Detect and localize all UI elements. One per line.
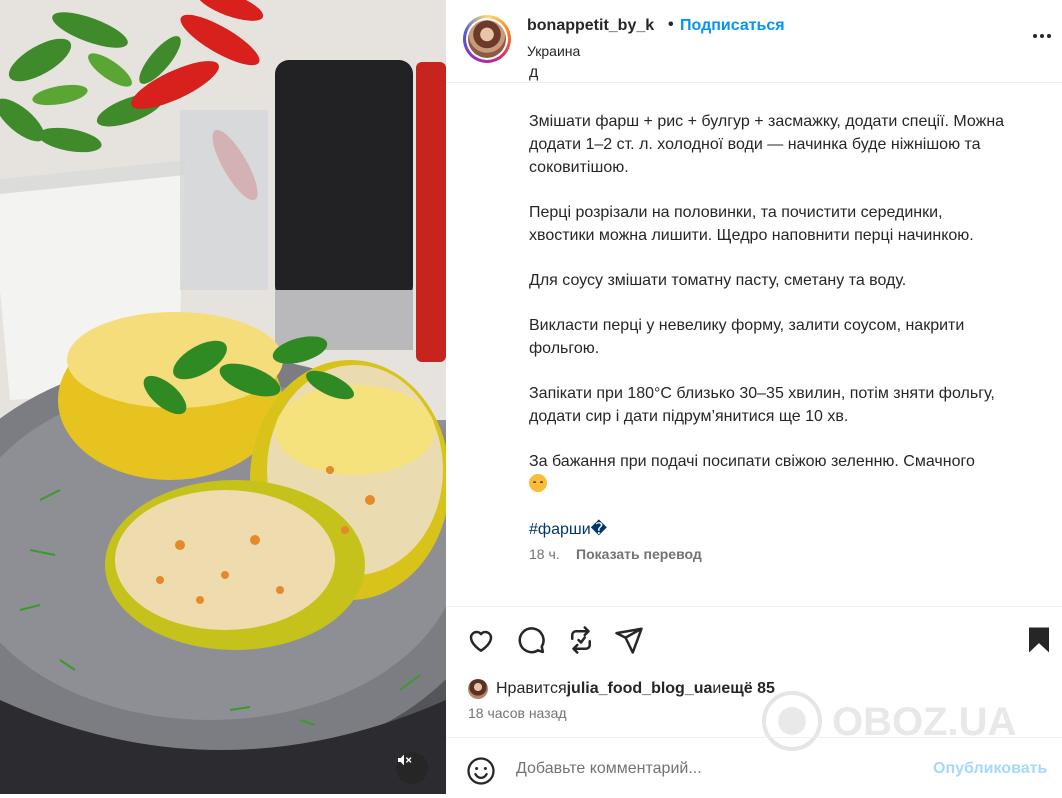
audio-muted-icon bbox=[398, 754, 412, 766]
comment-bar: Добавьте комментарий... Опубликовать bbox=[446, 737, 1062, 798]
bookmark-icon[interactable] bbox=[1024, 625, 1054, 655]
likes-summary: Нравится julia_food_blog_ua и ещё 85 bbox=[468, 677, 775, 701]
share-icon[interactable] bbox=[614, 625, 644, 655]
stuffed-peppers-image bbox=[0, 0, 446, 794]
caption-paragraph: За бажання при подачі посипати свіжою зе… bbox=[529, 450, 1009, 496]
caption-paragraph: Змішати фарш + рис + булгур + засмажку, … bbox=[529, 113, 1005, 176]
relieved-face-icon bbox=[529, 474, 547, 492]
caption-paragraph: Для соусу змішати томатну пасту, сметану… bbox=[529, 272, 907, 289]
comment-input[interactable]: Добавьте комментарий... bbox=[516, 760, 702, 778]
follow-button[interactable]: Подписаться bbox=[680, 17, 785, 35]
likes-prefix: Нравится bbox=[496, 680, 567, 697]
more-options-icon[interactable] bbox=[1030, 24, 1054, 48]
username-link[interactable]: bonappetit_by_k bbox=[527, 17, 654, 35]
caption-text: За бажання при подачі посипати свіжою зе… bbox=[529, 453, 975, 470]
post-actions: Нравится julia_food_blog_ua и ещё 85 18 … bbox=[446, 606, 1062, 797]
hashtag-link[interactable]: #фарши� bbox=[529, 521, 607, 538]
post-timestamp[interactable]: 18 часов назад bbox=[468, 705, 567, 721]
caption-paragraph: Викласти перці у невелику форму, залити … bbox=[529, 317, 965, 357]
repost-icon[interactable] bbox=[566, 625, 596, 655]
liker-avatar[interactable] bbox=[468, 679, 488, 699]
liker-username[interactable]: julia_food_blog_ua bbox=[567, 680, 713, 698]
comment-icon[interactable] bbox=[516, 625, 546, 655]
caption-paragraph: Перці розрізали на половинки, та почисти… bbox=[529, 204, 974, 244]
emoji-icon[interactable] bbox=[466, 756, 496, 786]
post-side-panel: bonappetit_by_k • Подписаться Украина д … bbox=[446, 0, 1062, 794]
post-photo[interactable] bbox=[0, 0, 446, 794]
post-header: bonappetit_by_k • Подписаться Украина bbox=[446, 0, 1062, 83]
mute-button[interactable] bbox=[396, 752, 428, 784]
separator-dot: • bbox=[668, 16, 674, 33]
caption-paragraph: Запікати при 180°C близько 30–35 хвилин,… bbox=[529, 385, 995, 425]
location-link[interactable]: Украина bbox=[527, 43, 580, 59]
post-time: 18 ч. bbox=[529, 546, 560, 562]
likes-and: и bbox=[712, 680, 722, 697]
publish-button[interactable]: Опубликовать bbox=[933, 760, 1047, 778]
caption-paragraph: #фарши� bbox=[529, 518, 1009, 541]
caption-cut-line: д bbox=[529, 64, 539, 81]
avatar[interactable] bbox=[463, 15, 511, 63]
heart-icon[interactable] bbox=[466, 625, 496, 655]
translate-button[interactable]: Показать перевод bbox=[576, 546, 702, 562]
post-caption: Змішати фарш + рис + булгур + засмажку, … bbox=[529, 110, 1009, 563]
